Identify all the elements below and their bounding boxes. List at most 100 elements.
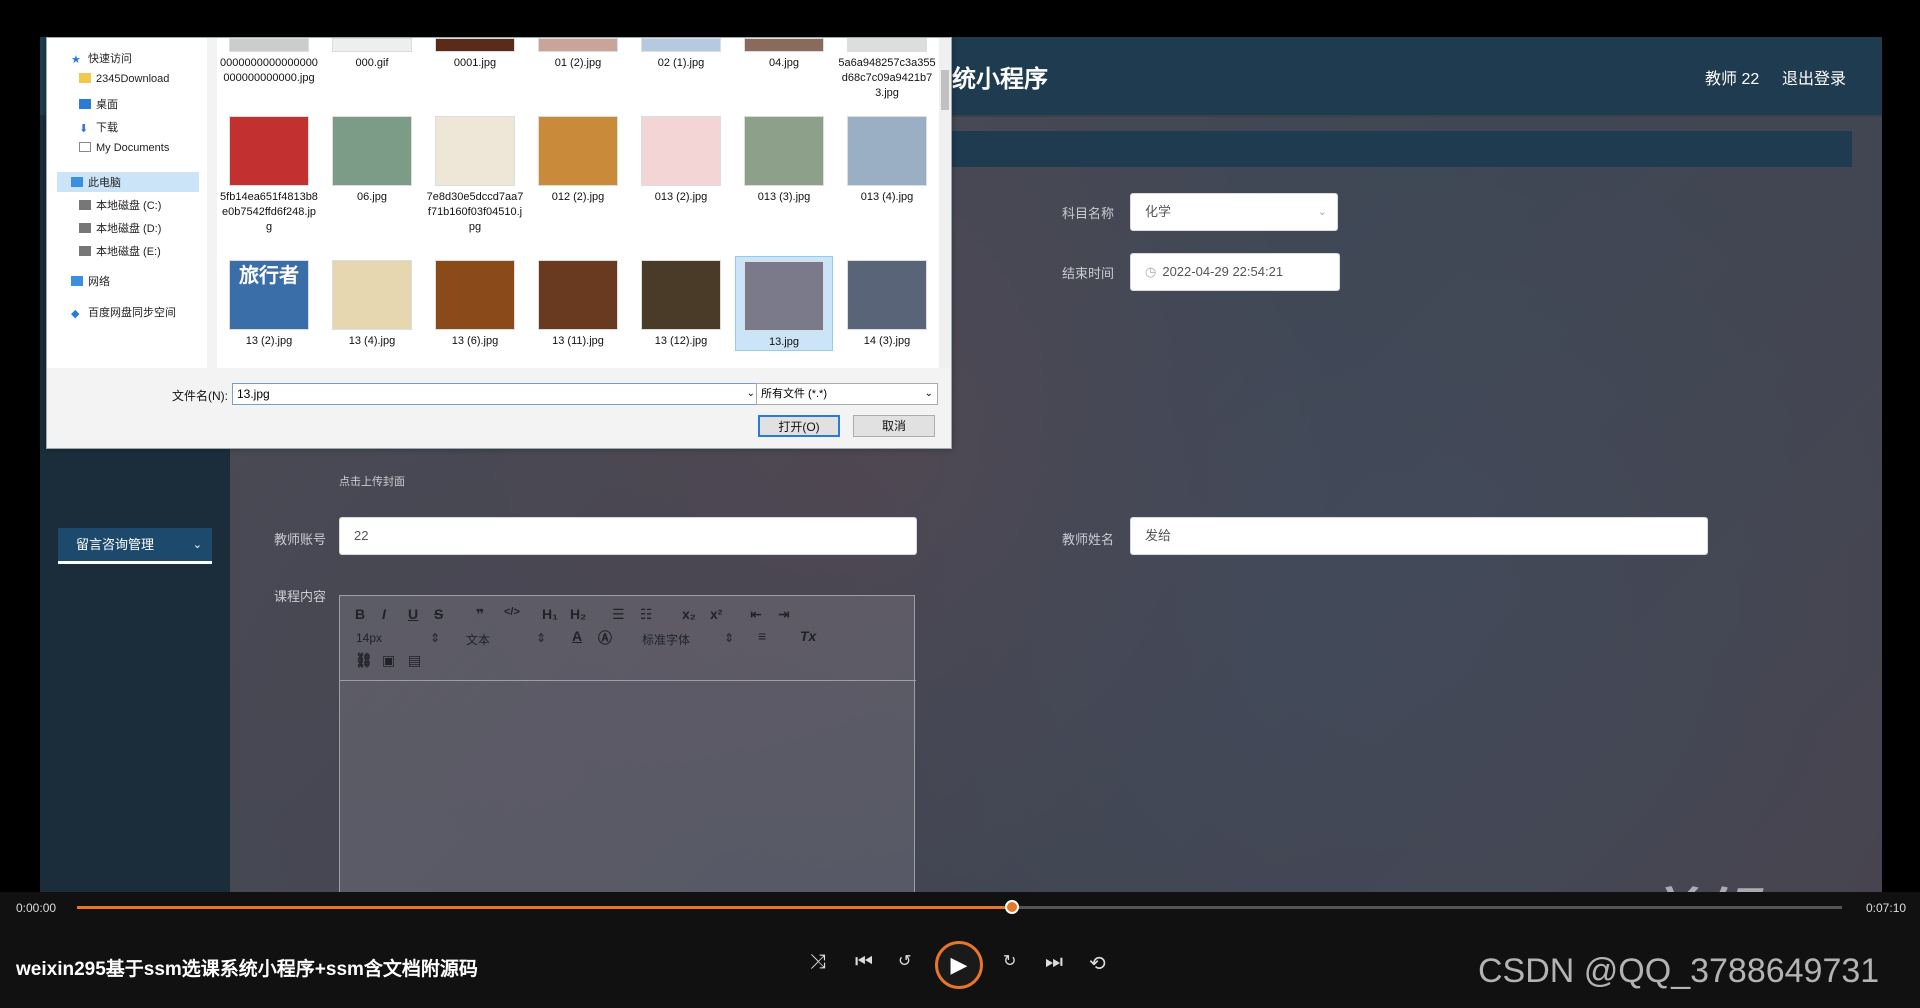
upload-cover-hint[interactable]: 点击上传封面 [339, 473, 405, 489]
file-item[interactable]: 013 (3).jpg [735, 116, 833, 205]
nav-downloads[interactable]: ⬇ 下载 [79, 119, 118, 135]
filetype-select[interactable]: 所有文件 (*.*) ⌄ [756, 383, 938, 405]
file-item[interactable]: 01 (2).jpg [529, 38, 627, 71]
file-name: 06.jpg [357, 191, 387, 203]
outdent-icon[interactable]: ⇤ [750, 606, 762, 623]
loop-off-icon[interactable]: ⟲ [1089, 951, 1106, 976]
nav-drive-e[interactable]: 本地磁盘 (E:) [79, 243, 161, 259]
align-icon[interactable]: ≡ [758, 628, 766, 644]
file-item[interactable]: 06.jpg [323, 116, 421, 205]
font-size-select[interactable]: 14px [356, 631, 382, 645]
teacher-name-input[interactable]: 发给 [1130, 517, 1708, 555]
heading1-button[interactable]: H₁ [542, 606, 558, 622]
bold-button[interactable]: B [355, 606, 365, 622]
dialog-scrollbar[interactable] [939, 38, 951, 368]
nav-network[interactable]: 网络 [71, 273, 110, 289]
file-item[interactable]: 5fb14ea651f4813b8e0b7542ffd6f248.jpg [220, 116, 318, 235]
file-item[interactable]: 13 (4).jpg [323, 260, 421, 349]
file-item[interactable]: 013 (2).jpg [632, 116, 730, 205]
file-item[interactable]: 7e8d30e5dccd7aa7f71b160f03f04510.jpg [426, 116, 524, 235]
shuffle-icon[interactable]: ⤨ [810, 951, 826, 974]
nav-label: 百度网盘同步空间 [88, 307, 176, 319]
file-thumbnail: 旅行者 [229, 260, 309, 330]
nav-label: 下载 [96, 122, 118, 134]
file-item[interactable]: 000.gif [323, 38, 421, 71]
indent-icon[interactable]: ⇥ [778, 606, 790, 623]
nav-this-pc[interactable]: 此电脑 [57, 172, 199, 192]
chevron-down-icon: ⌄ [192, 539, 202, 551]
italic-button[interactable]: I [382, 606, 386, 622]
nav-drive-d[interactable]: 本地磁盘 (D:) [79, 220, 161, 236]
image-icon[interactable]: ▣ [382, 652, 395, 669]
font-color-button[interactable]: A [572, 628, 582, 644]
nav-baidu-netdisk[interactable]: ◆ 百度网盘同步空间 [71, 304, 176, 320]
nav-desktop[interactable]: 桌面 [79, 96, 118, 112]
strike-button[interactable]: S [434, 606, 443, 622]
nav-2345download[interactable]: 2345Download [79, 73, 169, 85]
rewind-icon[interactable]: ↺ [898, 951, 911, 971]
file-name: 13 (6).jpg [451, 335, 499, 347]
blockquote-button[interactable]: ❞ [476, 606, 484, 623]
file-item-selected[interactable]: 13.jpg [735, 256, 833, 351]
end-time-value: 2022-04-29 22:54:21 [1162, 264, 1284, 279]
file-item[interactable]: 04.jpg [735, 38, 833, 71]
bullet-list-icon[interactable]: ☷ [640, 606, 653, 623]
nav-quick-access[interactable]: ★ 快速访问 [71, 50, 132, 66]
file-item[interactable]: 13 (12).jpg [632, 260, 730, 349]
file-name: 000.gif [355, 57, 389, 69]
play-button[interactable]: ▶ [935, 941, 983, 989]
clear-format-icon[interactable]: Tx [800, 628, 816, 644]
text-style-select[interactable]: 文本 [466, 631, 490, 648]
superscript-button[interactable]: x² [710, 606, 722, 622]
subject-select[interactable]: 化学 ⌄ [1130, 193, 1338, 231]
underline-button[interactable]: U [408, 606, 418, 622]
nav-label: My Documents [96, 142, 170, 154]
folder-icon [79, 73, 91, 83]
sidebar-item-message-management[interactable]: 留言咨询管理 ⌄ [58, 528, 212, 564]
filename-value: 13.jpg [237, 387, 270, 401]
file-item[interactable]: 14 (3).jpg [838, 260, 936, 349]
course-content-label: 课程内容 [274, 589, 327, 604]
nav-drive-c[interactable]: 本地磁盘 (C:) [79, 197, 161, 213]
filetype-value: 所有文件 (*.*) [761, 388, 827, 400]
nav-my-documents[interactable]: My Documents [79, 142, 169, 154]
ordered-list-icon[interactable]: ☰ [612, 606, 625, 623]
file-item[interactable]: 13 (11).jpg [529, 260, 627, 349]
file-item[interactable]: 5a6a948257c3a355d68c7c09a9421b73.jpg [838, 38, 936, 101]
file-item[interactable]: 02 (1).jpg [632, 38, 730, 71]
next-icon[interactable]: ⏭ [1045, 951, 1063, 974]
teacher-account-input[interactable]: 22 [339, 517, 917, 555]
code-button[interactable]: </> [504, 606, 520, 618]
file-item[interactable]: 013 (4).jpg [838, 116, 936, 205]
file-item[interactable]: 012 (2).jpg [529, 116, 627, 205]
file-name: 7e8d30e5dccd7aa7f71b160f03f04510.jpg [426, 191, 524, 233]
total-time: 0:07:10 [1866, 901, 1907, 915]
logout-link[interactable]: 退出登录 [1782, 65, 1846, 89]
open-button[interactable]: 打开(O) [758, 415, 840, 437]
file-item[interactable]: 13 (6).jpg [426, 260, 524, 349]
teacher-user-label[interactable]: 教师 22 [1705, 65, 1759, 89]
heading2-button[interactable]: H₂ [570, 606, 586, 622]
scrollbar-thumb[interactable] [941, 70, 949, 110]
cancel-button[interactable]: 取消 [853, 415, 935, 437]
nav-label: 2345Download [96, 73, 170, 85]
file-name: 013 (4).jpg [860, 191, 914, 203]
file-item[interactable]: 0000000000000000000000000000.jpg [220, 38, 318, 86]
filename-input[interactable]: 13.jpg ⌄ [232, 383, 760, 405]
previous-icon[interactable]: ⏮ [855, 951, 873, 974]
rich-text-editor[interactable]: B I U S ❞ </> H₁ H₂ ☰ ☷ x₂ x² ⇤ ⇥ 14px ⇕… [339, 595, 916, 937]
file-item[interactable]: 旅行者 13 (2).jpg [220, 260, 318, 349]
background-color-button[interactable]: Ⓐ [598, 628, 612, 648]
end-time-picker[interactable]: ◷ 2022-04-29 22:54:21 [1130, 253, 1340, 291]
network-icon [71, 276, 83, 286]
file-item[interactable]: 0001.jpg [426, 38, 524, 71]
subscript-button[interactable]: x₂ [682, 606, 696, 622]
chevron-down-icon: ⌄ [746, 388, 755, 399]
forward-icon[interactable]: ↻ [1003, 951, 1016, 971]
teacher-account-label: 教师账号 [274, 532, 327, 547]
link-icon[interactable]: ⛓ [355, 652, 373, 669]
font-family-select[interactable]: 标准字体 [642, 631, 690, 648]
progress-bar[interactable] [77, 900, 1842, 914]
video-icon[interactable]: ▤ [408, 652, 421, 669]
file-open-dialog: ★ 快速访问 2345Download 桌面 ⬇ 下载 My Documents 此… [46, 37, 952, 449]
